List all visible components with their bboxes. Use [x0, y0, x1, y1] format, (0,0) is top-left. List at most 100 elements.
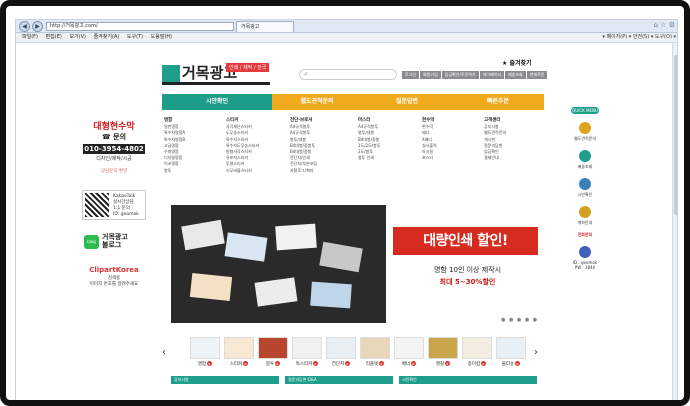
- category-item[interactable]: B4대봉/중봉: [358, 137, 379, 142]
- product-item[interactable]: 독스티커 ▸: [292, 337, 322, 375]
- category-item[interactable]: 전단지/인쇄: [290, 155, 310, 160]
- quick-item-label[interactable]: 웹도견적문의: [566, 136, 604, 142]
- category-item[interactable]: 도무송스티커: [226, 130, 248, 135]
- category-item[interactable]: 실사출력: [422, 143, 437, 148]
- category-item[interactable]: 아크릴: [422, 149, 433, 154]
- product-item[interactable]: 명함 ▸: [190, 337, 220, 375]
- category-item[interactable]: 웹도견적문의: [484, 130, 506, 135]
- prev-arrow-icon[interactable]: ‹: [162, 347, 166, 358]
- kakao-banner[interactable]: KakaoTalk 실시간상담 1:1 문의 ID: geomok: [82, 190, 146, 220]
- login-link[interactable]: 로그인: [402, 71, 420, 79]
- proof-header[interactable]: 시안확인: [399, 376, 537, 384]
- category-item[interactable]: 봉투 인쇄: [358, 155, 374, 160]
- category-title[interactable]: 마스터: [358, 118, 370, 123]
- category-title[interactable]: 현수막: [422, 118, 434, 123]
- nav-item-order[interactable]: 빠른주문: [452, 94, 544, 110]
- forward-icon[interactable]: ▶: [32, 21, 43, 32]
- category-item[interactable]: A4규격봉투: [358, 124, 378, 129]
- next-arrow-icon[interactable]: ›: [534, 347, 538, 358]
- category-item[interactable]: 고급명함: [164, 143, 179, 148]
- nav-item-proof[interactable]: 시안확인: [162, 94, 272, 110]
- back-icon[interactable]: ◀: [19, 21, 30, 32]
- menu-item-edit[interactable]: 편집(E): [46, 34, 62, 40]
- category-item[interactable]: 결제안내: [484, 155, 499, 160]
- category-item[interactable]: 원형사각스티커: [226, 149, 252, 154]
- deposit-link[interactable]: 입금확인/주문하기: [441, 71, 479, 79]
- quote-icon[interactable]: [579, 122, 591, 134]
- scrollbar-thumb[interactable]: [674, 55, 677, 215]
- left-phone[interactable]: 010-3954-4802: [83, 144, 145, 154]
- product-item[interactable]: 배너 ▸: [394, 337, 424, 375]
- mypage-link[interactable]: 마이페이지: [479, 71, 504, 79]
- category-item[interactable]: A4규격봉투: [290, 130, 310, 135]
- tab-active[interactable]: 거목광고: [236, 21, 294, 32]
- delivery-icon[interactable]: [579, 150, 591, 162]
- monitor-icon[interactable]: [579, 178, 591, 190]
- category-title[interactable]: 명함: [164, 118, 172, 123]
- order-link[interactable]: 현재주문: [526, 71, 548, 79]
- category-item[interactable]: 이코명함: [164, 161, 179, 166]
- product-item[interactable]: 물티슈 ▸: [496, 337, 526, 375]
- promo-banner[interactable]: 대량인쇄 할인! 명함 10인 이상 제작시 최대 5~30%할인 ● ● ● …: [171, 205, 542, 328]
- command-bar[interactable]: ▾ 페이지(P) ▾ 안전(S) ▾ 도구(O) ▾: [602, 33, 676, 42]
- category-item[interactable]: 유포지스티커: [226, 155, 248, 160]
- category-item[interactable]: 수퍼명함: [164, 149, 179, 154]
- category-item[interactable]: 사각재단스티커: [226, 124, 252, 129]
- category-item[interactable]: 디지털명함: [164, 155, 182, 160]
- product-item[interactable]: 봉투 ▸: [258, 337, 288, 375]
- clipart-title[interactable]: ClipartKorea: [78, 266, 150, 274]
- category-item[interactable]: 특수지도무송스티커: [226, 143, 259, 148]
- product-item[interactable]: 종이컵 ▸: [462, 337, 492, 375]
- quick-item-label[interactable]: 배송조회: [566, 164, 604, 170]
- menu-item-help[interactable]: 도움말(H): [151, 34, 172, 40]
- nav-item-quote[interactable]: 웹도견적문의: [272, 94, 362, 110]
- address-bar[interactable]: http://거목광고.com/: [46, 22, 234, 31]
- category-item[interactable]: 전단지/부분코팅: [290, 161, 317, 166]
- product-item[interactable]: 명찰 ▸: [428, 337, 458, 375]
- category-item[interactable]: 봉투: [164, 168, 171, 173]
- category-item[interactable]: 투명스티커: [226, 161, 244, 166]
- qna-header[interactable]: 질문과답변 Q&A: [285, 376, 393, 384]
- product-item[interactable]: 스티커 ▸: [224, 337, 254, 375]
- star-icon[interactable]: ⌂ ☆ ⚙: [654, 21, 675, 29]
- notice-header[interactable]: 공지사항: [171, 376, 279, 384]
- category-item[interactable]: 특수지스티커: [226, 137, 248, 142]
- category-item[interactable]: 카탈로그/책자: [290, 168, 313, 173]
- menu-item-file[interactable]: 파일(F): [22, 34, 38, 40]
- menu-item-tools[interactable]: 도구(T): [127, 34, 143, 40]
- category-item[interactable]: 공지사항: [484, 124, 499, 129]
- favorite-link[interactable]: ★ 즐겨찾기: [502, 58, 532, 67]
- quick-item-label[interactable]: 시안확인: [566, 192, 604, 198]
- quick-item-label[interactable]: 계좌안내: [566, 220, 604, 226]
- product-item[interactable]: 리플렛 ▸: [360, 337, 390, 375]
- nav-item-qna[interactable]: 질문답변: [362, 94, 452, 110]
- coin-icon[interactable]: [579, 206, 591, 218]
- category-item[interactable]: X배너: [422, 137, 432, 142]
- category-item[interactable]: 특수지명함A: [164, 130, 185, 135]
- product-item[interactable]: 전단지 ▸: [326, 337, 356, 375]
- menu-item-view[interactable]: 보기(V): [69, 34, 86, 40]
- join-link[interactable]: 회원가입: [420, 71, 441, 79]
- category-item[interactable]: B4대봉/중봉투: [290, 143, 315, 148]
- category-item[interactable]: 일반명함: [164, 124, 179, 129]
- category-item[interactable]: 포스터: [422, 155, 433, 160]
- category-title[interactable]: 스티커: [226, 118, 238, 123]
- banner-pager[interactable]: ● ● ● ● ●: [501, 317, 538, 323]
- category-item[interactable]: 2도/봉투: [358, 149, 373, 154]
- category-item[interactable]: 질문과답변: [484, 143, 502, 148]
- category-item[interactable]: 특수지명함B: [164, 137, 185, 142]
- delivery-link[interactable]: 배송조회: [504, 71, 526, 79]
- category-item[interactable]: 입금확인: [484, 149, 499, 154]
- category-item[interactable]: 봉투/대봉: [358, 130, 374, 135]
- category-item[interactable]: 1도/2도/봉투: [358, 143, 381, 148]
- category-item[interactable]: 리무버블스티커: [226, 168, 252, 173]
- category-item[interactable]: 배너: [422, 130, 429, 135]
- blog-banner[interactable]: blog 거목광고 블로그: [82, 232, 146, 254]
- category-title[interactable]: 고객센터: [484, 118, 501, 123]
- category-item[interactable]: A4규격봉투: [290, 124, 310, 129]
- category-item[interactable]: 현수막: [422, 124, 433, 129]
- menu-item-favorites[interactable]: 즐겨찾기(A): [94, 34, 120, 40]
- category-item[interactable]: 봉투/대봉: [290, 137, 306, 142]
- search-input[interactable]: ⌕: [299, 69, 397, 80]
- category-item[interactable]: B4대봉/중봉: [290, 149, 311, 154]
